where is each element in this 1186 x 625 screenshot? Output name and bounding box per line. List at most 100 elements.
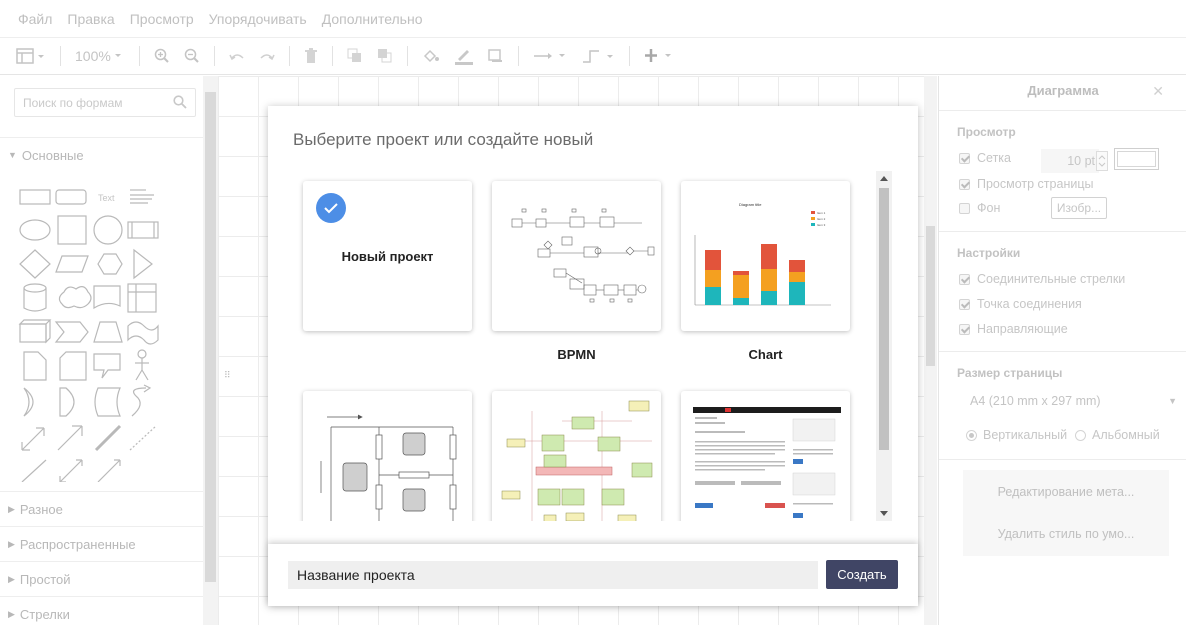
delete-button[interactable]: [304, 38, 318, 74]
shape-search-input[interactable]: Поиск по формам: [14, 88, 196, 117]
callout-shape-icon[interactable]: [93, 353, 121, 379]
create-button[interactable]: Создать: [826, 560, 898, 589]
edit-metadata-button[interactable]: Редактирование мета...: [963, 470, 1169, 514]
hexagon-shape-icon[interactable]: [97, 253, 123, 275]
tape-shape-icon[interactable]: [127, 321, 159, 345]
cube-shape-icon[interactable]: [18, 319, 52, 344]
ellipse-shape-icon[interactable]: [19, 219, 51, 241]
cloud-shape-icon[interactable]: [58, 286, 92, 309]
page-view-option[interactable]: Просмотр страницы: [959, 177, 1093, 191]
curve-arrow-shape-icon[interactable]: [131, 384, 152, 417]
document-shape-icon[interactable]: [93, 285, 121, 310]
sidebar-scrollbar[interactable]: [203, 76, 218, 625]
zoom-in-button[interactable]: [154, 38, 170, 74]
background-checkbox[interactable]: [959, 202, 970, 214]
waypoints-button[interactable]: [581, 38, 615, 74]
triangle-shape-icon[interactable]: [133, 248, 153, 280]
menu-edit[interactable]: Правка: [67, 11, 114, 27]
template-tile-uml[interactable]: [492, 391, 661, 521]
landscape-radio[interactable]: [1075, 429, 1086, 441]
grid-option[interactable]: Сетка: [959, 151, 1011, 165]
gallery-scrollbar[interactable]: [876, 171, 892, 521]
textbox-shape-icon[interactable]: [130, 189, 154, 204]
project-name-input[interactable]: [288, 561, 818, 589]
parallelogram-shape-icon[interactable]: [55, 255, 89, 273]
shadow-button[interactable]: [488, 38, 504, 74]
circle-shape-icon[interactable]: [93, 215, 123, 245]
menu-extras[interactable]: Дополнительно: [322, 11, 423, 27]
data-storage-shape-icon[interactable]: [94, 387, 121, 417]
trapezoid-shape-icon[interactable]: [93, 321, 123, 343]
grid-size-input[interactable]: 10 pt: [1041, 149, 1099, 173]
cylinder-shape-icon[interactable]: [23, 283, 47, 312]
template-tile-new-project[interactable]: Новый проект: [303, 181, 472, 331]
actor-shape-icon[interactable]: [135, 349, 149, 381]
panel-resize-handle[interactable]: ⠿: [224, 370, 231, 381]
portrait-radio[interactable]: [966, 429, 977, 441]
section-common[interactable]: ▶ Распространенные: [0, 526, 203, 561]
card-shape-icon[interactable]: [59, 351, 87, 381]
canvas-scrollbar[interactable]: [924, 76, 937, 625]
step-shape-icon[interactable]: [54, 321, 89, 343]
grid-checkbox[interactable]: [959, 152, 970, 164]
section-arrows[interactable]: ▶ Стрелки: [0, 596, 203, 625]
undo-button[interactable]: [229, 38, 245, 74]
grid-color-picker[interactable]: [1114, 148, 1159, 170]
menu-file[interactable]: Файл: [18, 11, 52, 27]
guides-checkbox[interactable]: [959, 323, 970, 335]
page-view-button[interactable]: [16, 38, 46, 74]
process-shape-icon[interactable]: [127, 221, 159, 239]
text-shape-label[interactable]: Text: [98, 193, 115, 203]
arrow-shape-icon[interactable]: [57, 425, 83, 451]
page-size-select[interactable]: A4 (210 mm x 297 mm) ▼: [959, 388, 1181, 414]
menu-view[interactable]: Просмотр: [130, 11, 194, 27]
canvas-scrollbar-thumb[interactable]: [926, 226, 935, 366]
to-front-button[interactable]: [347, 38, 363, 74]
connection-point-checkbox[interactable]: [959, 298, 970, 310]
grid-size-spinner[interactable]: [1096, 151, 1108, 171]
portrait-option[interactable]: Вертикальный: [966, 428, 1067, 442]
fill-color-button[interactable]: [422, 38, 440, 74]
template-tile-circuit[interactable]: [303, 391, 472, 521]
bidirectional-arrow-shape-icon[interactable]: [21, 427, 45, 451]
section-simple[interactable]: ▶ Простой: [0, 561, 203, 596]
line-shape-icon[interactable]: [21, 459, 47, 482]
square-shape-icon[interactable]: [57, 215, 87, 245]
rounded-rectangle-shape-icon[interactable]: [55, 189, 87, 205]
template-tile-webpage[interactable]: [681, 391, 850, 521]
gallery-scrollbar-thumb[interactable]: [879, 188, 889, 450]
bidirectional-connector-shape-icon[interactable]: [59, 459, 83, 482]
landscape-option[interactable]: Альбомный: [1075, 428, 1160, 442]
scroll-up-arrow-icon[interactable]: [880, 176, 888, 181]
connection-arrows-checkbox[interactable]: [959, 273, 970, 285]
connection-point-option[interactable]: Точка соединения: [959, 297, 1082, 311]
sidebar-scrollbar-thumb[interactable]: [205, 92, 216, 582]
internal-storage-shape-icon[interactable]: [127, 283, 157, 313]
section-general[interactable]: ▼ Основные: [0, 137, 203, 172]
zoom-dropdown[interactable]: 100%: [75, 38, 125, 74]
to-back-button[interactable]: [377, 38, 393, 74]
section-misc[interactable]: ▶ Разное: [0, 491, 203, 526]
guides-option[interactable]: Направляющие: [959, 322, 1068, 336]
close-icon[interactable]: ✕: [1152, 83, 1164, 100]
directional-connector-shape-icon[interactable]: [97, 459, 121, 482]
remove-default-style-button[interactable]: Удалить стиль по умо...: [963, 512, 1169, 556]
diamond-shape-icon[interactable]: [19, 249, 51, 279]
connection-arrows-option[interactable]: Соединительные стрелки: [959, 272, 1125, 286]
scroll-down-arrow-icon[interactable]: [880, 511, 888, 516]
menu-arrange[interactable]: Упорядочивать: [209, 11, 307, 27]
template-tile-bpmn[interactable]: [492, 181, 661, 331]
rectangle-shape-icon[interactable]: [19, 189, 51, 205]
insert-button[interactable]: [644, 38, 676, 74]
link-shape-icon[interactable]: [94, 424, 122, 452]
zoom-out-button[interactable]: [184, 38, 200, 74]
redo-button[interactable]: [259, 38, 275, 74]
template-tile-chart[interactable]: Diagram title Item 1 Item 2 Item 3: [681, 181, 850, 331]
connection-style-button[interactable]: [533, 38, 567, 74]
background-option[interactable]: Фон: [959, 201, 1000, 215]
note-shape-icon[interactable]: [23, 351, 47, 381]
page-view-checkbox[interactable]: [959, 178, 970, 190]
dashed-line-shape-icon[interactable]: [129, 425, 157, 451]
line-color-button[interactable]: [454, 38, 474, 74]
or-shape-icon[interactable]: [23, 387, 34, 417]
